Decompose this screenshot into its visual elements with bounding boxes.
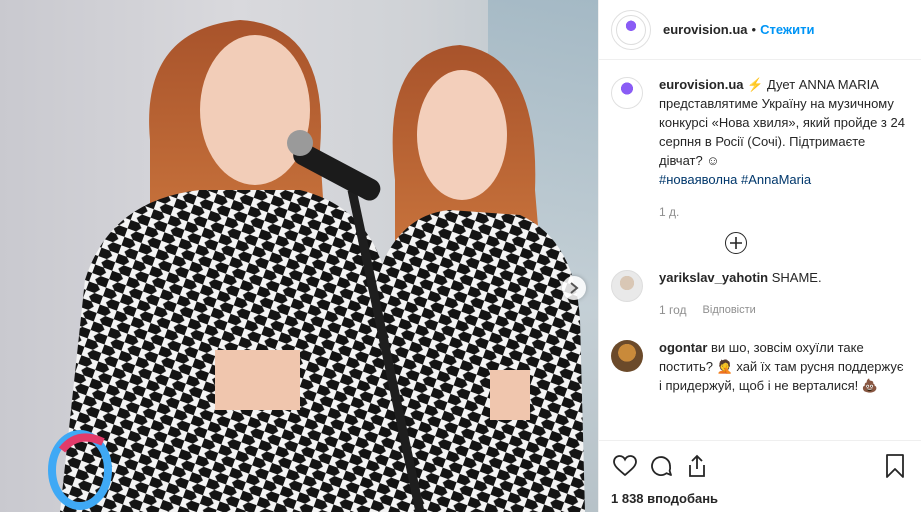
commenter-avatar[interactable]: [611, 340, 643, 372]
commenter-avatar[interactable]: [611, 270, 643, 302]
follow-button[interactable]: Стежити: [760, 22, 814, 37]
post-actions: 1 838 вподобань: [599, 440, 921, 506]
share-button[interactable]: [683, 452, 711, 480]
post-photo[interactable]: [0, 0, 598, 512]
caption-avatar[interactable]: [611, 77, 643, 109]
heart-icon: [613, 455, 637, 477]
separator-dot: •: [751, 22, 757, 37]
like-button[interactable]: [611, 452, 639, 480]
comment-time[interactable]: 1 год: [659, 301, 687, 320]
comment-username[interactable]: yarikslav_yahotin: [659, 270, 768, 285]
chevron-right-icon: [570, 282, 579, 294]
comment-item: ogontar ви шо, зовсім охуїли таке постит…: [611, 338, 909, 395]
comment-item: yarikslav_yahotin SHAME. 1 год Відповіст…: [611, 268, 909, 320]
load-more-comments[interactable]: [599, 232, 909, 254]
caption: eurovision.ua ⚡ Дует ANNA MARIA представ…: [611, 75, 909, 222]
plus-circle-icon: [730, 237, 742, 249]
next-photo-button[interactable]: [562, 276, 586, 300]
caption-username[interactable]: eurovision.ua: [659, 77, 744, 92]
comment-text: SHAME.: [771, 270, 822, 285]
reply-button[interactable]: Відповісти: [703, 301, 756, 320]
caption-time[interactable]: 1 д.: [659, 203, 679, 222]
account-avatar[interactable]: [611, 9, 651, 50]
bookmark-icon: [886, 454, 904, 478]
comments-list[interactable]: eurovision.ua ⚡ Дует ANNA MARIA представ…: [599, 61, 921, 439]
hashtag-link[interactable]: #AnnaMaria: [741, 172, 811, 187]
post-header: eurovision.ua • Стежити: [599, 0, 921, 60]
post-sidebar: eurovision.ua • Стежити eurovision.ua ⚡ …: [598, 0, 921, 512]
share-icon: [689, 454, 705, 477]
hashtag-link[interactable]: #новаяволна: [659, 172, 737, 187]
likes-count[interactable]: 1 838 вподобань: [611, 491, 909, 506]
save-button[interactable]: [881, 452, 909, 480]
comment-button[interactable]: [647, 452, 675, 480]
comment-bubble-icon: [651, 456, 672, 476]
header-username[interactable]: eurovision.ua: [663, 22, 748, 37]
performers-image: [48, 20, 585, 512]
comment-username[interactable]: ogontar: [659, 340, 707, 355]
